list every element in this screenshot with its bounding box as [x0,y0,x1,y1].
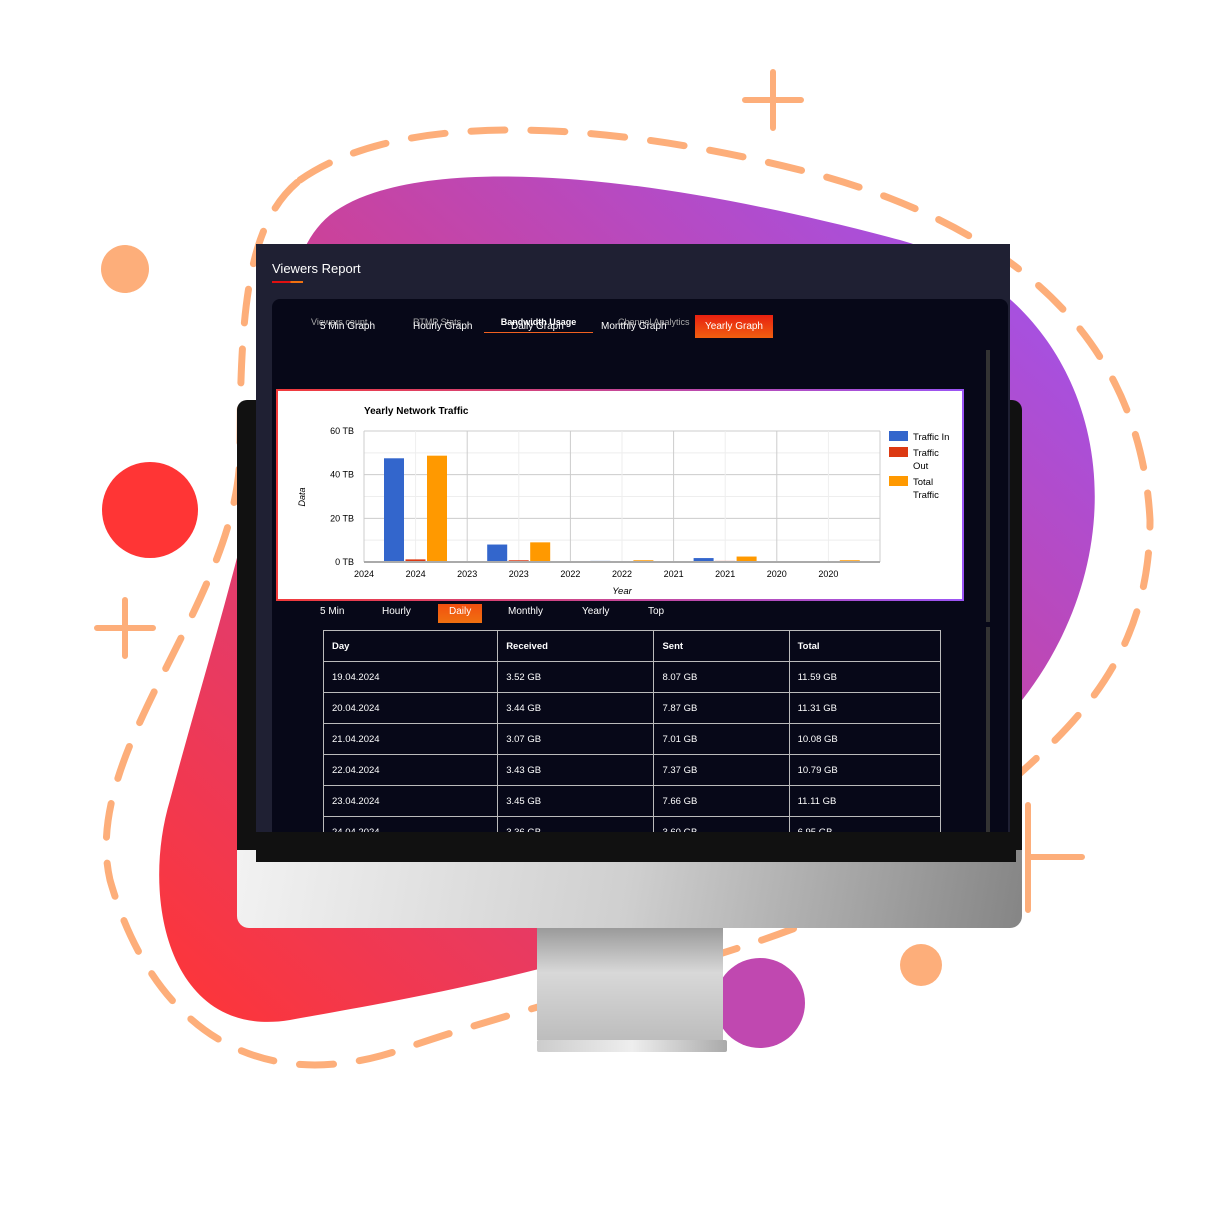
table-cell: 11.59 GB [788,661,942,693]
graph-tab-1[interactable]: Hourly Graph [403,315,482,338]
table-cell: 7.87 GB [653,692,790,724]
table-cell: 11.11 GB [788,785,942,817]
table-cell: 21.04.2024 [322,723,499,755]
purple-circle [715,958,805,1048]
table-cell: 23.04.2024 [322,785,499,817]
table-row: 22.04.2024 3.43 GB 7.37 GB 10.79 GB [322,754,942,786]
table-tab-top[interactable]: Top [637,604,675,619]
legend-entry: Total Traffic [913,477,939,501]
y-tick-label: 20 TB [330,513,354,523]
x-tick-label: 2023 [457,569,477,579]
table-cell: 19.04.2024 [322,661,499,693]
graph-tab-2[interactable]: Daily Graph [501,315,574,338]
table-row: 19.04.2024 3.52 GB 8.07 GB 11.59 GB [322,661,942,693]
table-row: 23.04.2024 3.45 GB 7.66 GB 11.11 GB [322,785,942,817]
x-axis-label: Year [612,586,632,597]
legend-entry: Traffic Out [913,448,939,472]
y-tick-label: 0 TB [335,557,354,567]
x-tick-label: 2020 [818,569,838,579]
table-cell: 10.79 GB [788,754,942,786]
title-underline [272,281,303,283]
column-header: Sent [653,630,790,662]
x-tick-label: 2021 [715,569,735,579]
monitor-bezel-bottom [256,832,1016,862]
x-tick-label: 2023 [509,569,529,579]
x-tick-label: 2021 [664,569,684,579]
graph-tab-4[interactable]: Yearly Graph [695,315,773,338]
table-row: 20.04.2024 3.44 GB 7.87 GB 11.31 GB [322,692,942,724]
table-cell: 3.44 GB [497,692,655,724]
table-tab-monthly[interactable]: Monthly [497,604,554,619]
table-cell: 11.31 GB [788,692,942,724]
table-cell: 10.08 GB [788,723,942,755]
legend-swatch [889,431,908,441]
table-cell: 8.07 GB [653,661,790,693]
scrollbar[interactable] [986,627,990,832]
table-tab-yearly[interactable]: Yearly [571,604,620,619]
table-cell: 3.45 GB [497,785,655,817]
orange-circle [101,245,149,293]
table-cell: 7.01 GB [653,723,790,755]
bar-traffic-in-2023 [487,544,508,562]
y-tick-label: 60 TB [330,426,354,436]
monitor-stand [537,928,723,1040]
column-header: Day [322,630,499,662]
table-row: 21.04.2024 3.07 GB 7.01 GB 10.08 GB [322,723,942,755]
bar-total-traffic-2024 [427,455,447,562]
y-tick-label: 40 TB [330,470,354,480]
yearly-chart-card: Yearly Network Traffic 0 TB 20 TB 40 TB 60 T… [276,389,964,601]
bar-total-traffic-2023 [530,542,551,562]
table-cell: 3.43 GB [497,754,655,786]
legend-swatch [889,447,908,457]
y-axis-label: Data [297,487,307,506]
table-tab-5-min[interactable]: 5 Min [309,604,355,619]
legend-entry: Traffic In [913,432,949,443]
x-tick-label: 2022 [612,569,632,579]
column-header: Total [788,630,942,662]
column-header: Received [497,630,655,662]
page-title: Viewers Report [272,261,361,276]
graph-tab-3[interactable]: Monthly Graph [591,315,677,338]
scrollbar[interactable] [986,350,990,622]
bar-traffic-in-2024 [384,458,404,562]
legend-swatch [889,476,908,486]
chart-title: Yearly Network Traffic [364,406,469,417]
graph-tab-0[interactable]: 5 Min Graph [310,315,385,338]
x-tick-label: 2024 [354,569,374,579]
table-tab-daily[interactable]: Daily [438,604,483,623]
yearly-network-traffic-chart: Yearly Network Traffic 0 TB 20 TB 40 TB 60 T… [297,406,949,597]
monitor-foot [537,1040,727,1052]
table-cell: 7.37 GB [653,754,790,786]
table-cell: 20.04.2024 [322,692,499,724]
orange-circle-small [900,944,942,986]
table-tab-hourly[interactable]: Hourly [371,604,422,619]
x-tick-label: 2022 [560,569,580,579]
table-cell: 3.07 GB [497,723,655,755]
table-cell: 22.04.2024 [322,754,499,786]
x-tick-label: 2020 [767,569,787,579]
x-tick-label: 2024 [406,569,426,579]
table-cell: 7.66 GB [653,785,790,817]
bandwidth-table: Day Received Sent Total 19.04.2024 3.52 GB 8.0… [322,630,942,848]
red-circle [102,462,198,558]
table-cell: 3.52 GB [497,661,655,693]
